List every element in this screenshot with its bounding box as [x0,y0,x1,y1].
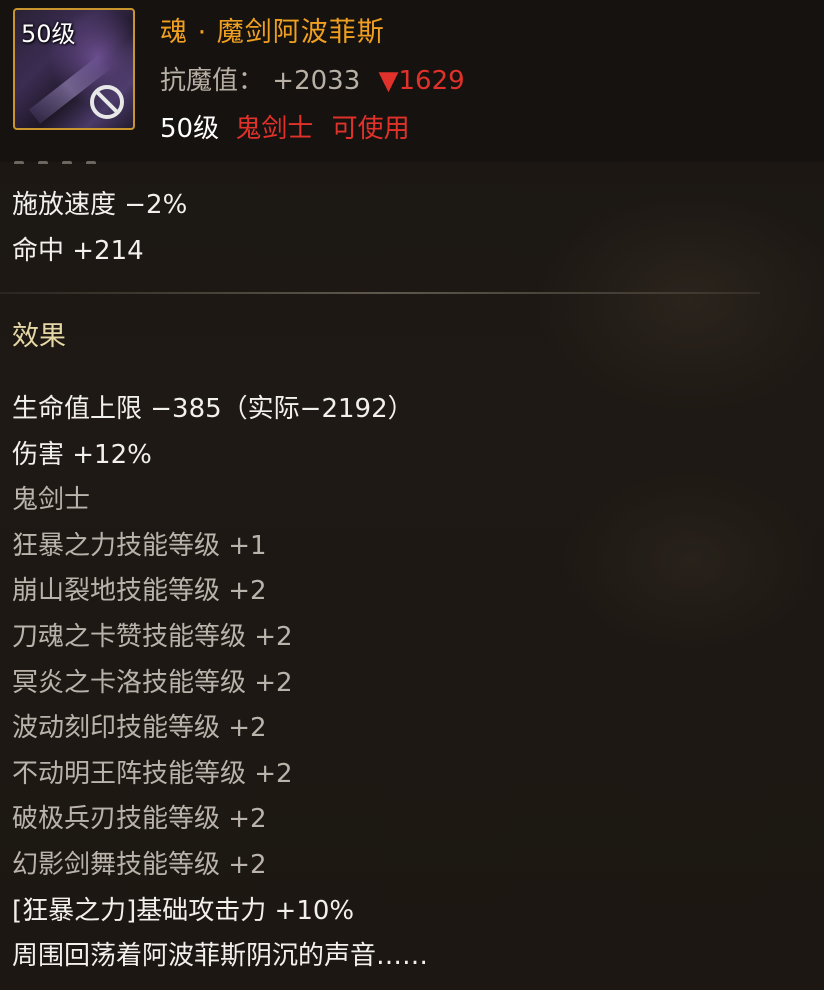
item-name: 魂 · 魔剑阿波菲斯 [160,17,385,48]
req-usable: 可使用 [331,114,410,144]
effect-line: 不动明王阵技能等级 +2 [12,759,293,789]
effect-line: 刀魂之卡赞技能等级 +2 [12,622,293,652]
effect-title: 效果 [12,321,66,352]
effect-line: [狂暴之力]基础攻击力 +10% [12,896,355,926]
down-arrow-icon: ▼ [378,66,399,96]
effect-line: 鬼剑士 [12,485,91,515]
effect-line: 狂暴之力技能等级 +1 [12,531,267,561]
stat-value: +2033 [272,66,361,96]
cut-off-text [14,152,124,164]
effect-line: 伤害 +12% [12,440,152,470]
stat-label: 抗魔值： [160,66,265,96]
req-level: 50级 [160,114,220,144]
req-class: 鬼剑士 [235,114,314,144]
tooltip-header: 50级 魂 · 魔剑阿波菲斯 抗魔值： +2033 ▼1629 50级 鬼剑士 … [0,0,824,164]
effect-line: 周围回荡着阿波菲斯阴沉的声音…… [12,941,429,971]
effect-line: 冥炎之卡洛技能等级 +2 [12,668,293,698]
effect-line: 崩山裂地技能等级 +2 [12,576,267,606]
stat-hit-rate: 命中 +214 [12,236,144,266]
prohibited-icon [90,85,124,119]
stat-cast-speed: 施放速度 −2% [12,190,188,220]
stat-down-value: 1629 [398,66,465,96]
magic-resist-stat: 抗魔值： +2033 ▼1629 [160,60,465,97]
stat-down: ▼1629 [379,66,465,96]
effect-line: 破极兵刃技能等级 +2 [12,804,267,834]
icon-level-label: 50级 [21,20,76,48]
item-icon[interactable]: 50级 [13,8,135,130]
section-divider [0,292,760,294]
item-tooltip: 50级 魂 · 魔剑阿波菲斯 抗魔值： +2033 ▼1629 50级 鬼剑士 … [0,0,824,990]
effect-line: 波动刻印技能等级 +2 [12,713,267,743]
effect-line: 生命值上限 −385（实际−2192） [12,394,414,424]
requirement-line: 50级 鬼剑士 可使用 [160,108,410,145]
effect-line: 幻影剑舞技能等级 +2 [12,850,267,880]
